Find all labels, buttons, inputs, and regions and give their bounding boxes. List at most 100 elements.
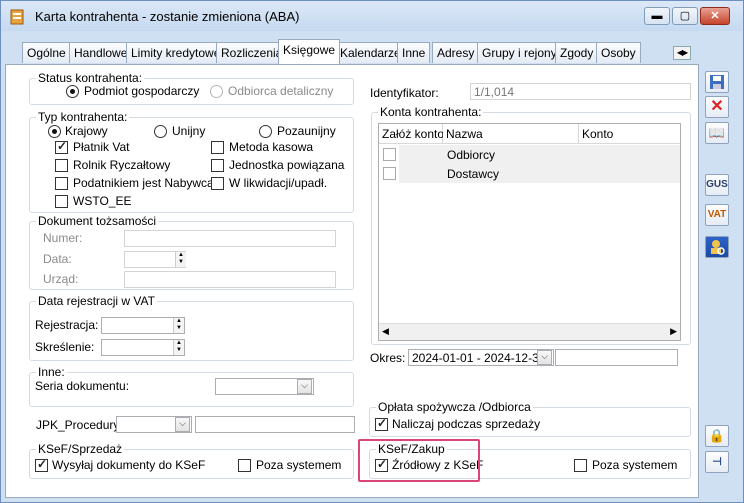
dokument-label: Dokument tożsamości <box>36 214 159 228</box>
radio-pozaunijny[interactable] <box>259 125 272 138</box>
checkbox-podatnik-label: Podatnikiem jest Nabywca <box>73 176 214 190</box>
data-label: Data: <box>43 252 72 266</box>
close-button[interactable]: ✕ <box>700 7 730 25</box>
tab-osoby[interactable]: Osoby <box>596 42 641 63</box>
tab-kalendarze[interactable]: Kalendarze <box>335 42 406 63</box>
row-background <box>399 145 680 164</box>
checkbox-podatnik[interactable] <box>55 177 68 190</box>
save-icon <box>710 75 724 89</box>
status-label: Status kontrahenta: <box>36 71 145 85</box>
tab-adresy[interactable]: Adresy <box>432 42 480 63</box>
inne-group: Inne: Seria dokumentu: ⌵ <box>29 365 354 407</box>
lock-icon: 🔒 <box>708 428 726 443</box>
tab-ksiegowe[interactable]: Księgowe <box>278 39 341 64</box>
checkbox-wsto-label: WSTO_EE <box>73 194 132 208</box>
scroll-left-icon[interactable]: ◀ <box>382 326 389 337</box>
person-search-icon <box>711 240 725 255</box>
radio-unijny-label: Unijny <box>172 124 206 138</box>
gus-button[interactable]: GUS <box>705 174 729 196</box>
row-zaloz-checkbox[interactable] <box>383 167 396 180</box>
tab-rozliczenia[interactable]: Rozliczenia <box>216 42 288 63</box>
save-button[interactable] <box>705 71 729 93</box>
okres-combo[interactable]: 2024-01-01 - 2024-12-31 <box>408 349 554 366</box>
tab-ogolne[interactable]: Ogólne <box>22 42 71 63</box>
col-nazwa[interactable]: Nazwa <box>443 124 579 144</box>
ksef-sprzedaz-group: KSeF/Sprzedaż Wysyłaj dokumenty do KSeF … <box>29 442 354 479</box>
urzad-input[interactable] <box>124 271 336 288</box>
checkbox-poza-systemem-sprzedaz[interactable] <box>238 459 251 472</box>
checkbox-metoda-kasowa[interactable] <box>211 141 224 154</box>
radio-unijny[interactable] <box>154 125 167 138</box>
seria-label: Seria dokumentu: <box>35 379 130 393</box>
scroll-right-icon[interactable]: ▶ <box>670 326 677 337</box>
tab-limity[interactable]: Limity kredytowe <box>126 42 226 63</box>
vat-button[interactable]: VAT <box>705 204 729 226</box>
oplata-group: Opłata spożywcza /Odbiorca Naliczaj podc… <box>369 400 691 437</box>
radio-odbiorca[interactable] <box>210 85 223 98</box>
checkbox-naliczaj[interactable] <box>375 416 388 431</box>
jpk-label: JPK_Procedury: <box>36 418 123 432</box>
maximize-button[interactable]: ▢ <box>672 7 698 25</box>
checkbox-wsto[interactable] <box>55 195 68 208</box>
checkbox-rolnik[interactable] <box>55 159 68 172</box>
minimize-button[interactable]: ▬ <box>644 7 670 25</box>
delete-button[interactable]: ✕ <box>705 96 729 118</box>
okres-dropdown-icon[interactable]: ⌵ <box>537 350 552 365</box>
checkbox-platnik-vat[interactable] <box>55 139 68 154</box>
radio-krajowy[interactable] <box>48 125 61 138</box>
checkbox-naliczaj-label: Naliczaj podczas sprzedaży <box>392 417 541 431</box>
checkbox-jednostka[interactable] <box>211 159 224 172</box>
horizontal-scrollbar[interactable]: ◀ ▶ <box>379 323 680 340</box>
title-bar: Karta kontrahenta - zostanie zmieniona (… <box>1 1 743 31</box>
radio-krajowy-label: Krajowy <box>65 124 108 138</box>
window: Karta kontrahenta - zostanie zmieniona (… <box>0 0 744 503</box>
tab-handlowe[interactable]: Handlowe <box>69 42 133 63</box>
row-zaloz-checkbox[interactable] <box>383 148 396 161</box>
col-konto[interactable]: Konto <box>579 124 680 144</box>
radio-pozaunijny-label: Pozaunijny <box>277 124 336 138</box>
jpk-text-input[interactable] <box>195 416 355 433</box>
data-spinner[interactable]: ▲ ▼ <box>175 252 186 267</box>
numer-input[interactable] <box>124 230 336 247</box>
skreslenie-spinner[interactable]: ▲ ▼ <box>173 340 184 355</box>
checkbox-poza-systemem-zakup-label: Poza systemem <box>592 458 678 472</box>
konta-label: Konta kontrahenta: <box>378 105 484 119</box>
checkbox-poza-systemem-zakup[interactable] <box>574 459 587 472</box>
book-button[interactable]: 📖 <box>705 122 729 144</box>
dokument-group: Dokument tożsamości Numer: Data: ▲ ▼ Urzą… <box>29 214 354 290</box>
vat-group: Data rejestracji w VAT Rejestracja: ▲ ▼ S… <box>29 294 354 361</box>
radio-odbiorca-label: Odbiorca detaliczny <box>228 84 334 98</box>
identyfikator-input[interactable]: 1/1,014 <box>470 83 691 100</box>
pin-button[interactable]: ⊣ <box>705 451 729 473</box>
tab-grupy[interactable]: Grupy i rejony <box>477 42 562 63</box>
rejestracja-spinner[interactable]: ▲ ▼ <box>173 318 184 333</box>
row-nazwa: Dostawcy <box>447 167 500 181</box>
seria-dropdown-icon[interactable]: ⌵ <box>297 379 312 394</box>
tab-inne[interactable]: Inne <box>397 42 431 63</box>
tab-zgody[interactable]: Zgody <box>555 42 599 63</box>
col-zaloz-konto[interactable]: Załóż konto <box>379 124 444 144</box>
tab-scroll-arrows[interactable]: ◀▶ <box>673 46 691 60</box>
table-row[interactable]: Odbiorcy <box>379 145 680 164</box>
konta-grid: Załóż konto Nazwa Konto Odbiorcy Dostawc… <box>378 123 681 341</box>
okres-extra-input[interactable] <box>555 349 678 366</box>
checkbox-poza-systemem-sprzedaz-label: Poza systemem <box>256 458 342 472</box>
delete-icon: ✕ <box>710 98 724 115</box>
checkbox-likwidacja[interactable] <box>211 177 224 190</box>
urzad-label: Urząd: <box>43 272 79 286</box>
table-row[interactable]: Dostawcy <box>379 164 680 183</box>
status-group: Status kontrahenta: Podmiot gospodarczy … <box>29 71 354 105</box>
jpk-dropdown-icon[interactable]: ⌵ <box>175 417 190 432</box>
vat-label: Data rejestracji w VAT <box>36 294 157 308</box>
typ-label: Typ kontrahenta: <box>36 110 130 124</box>
book-icon: 📖 <box>708 125 726 140</box>
person-search-button[interactable] <box>705 236 729 258</box>
vat-icon: VAT <box>707 209 727 220</box>
typ-group: Typ kontrahenta: Krajowy Unijny Pozaunij… <box>29 110 354 213</box>
checkbox-wysylaj-ksef[interactable] <box>35 457 48 472</box>
radio-podmiot[interactable] <box>66 85 79 98</box>
checkbox-wysylaj-ksef-label: Wysyłaj dokumenty do KSeF <box>52 458 206 472</box>
radio-podmiot-label: Podmiot gospodarczy <box>84 84 200 98</box>
lock-button[interactable]: 🔒 <box>705 425 729 447</box>
checkbox-jednostka-label: Jednostka powiązana <box>229 158 345 172</box>
